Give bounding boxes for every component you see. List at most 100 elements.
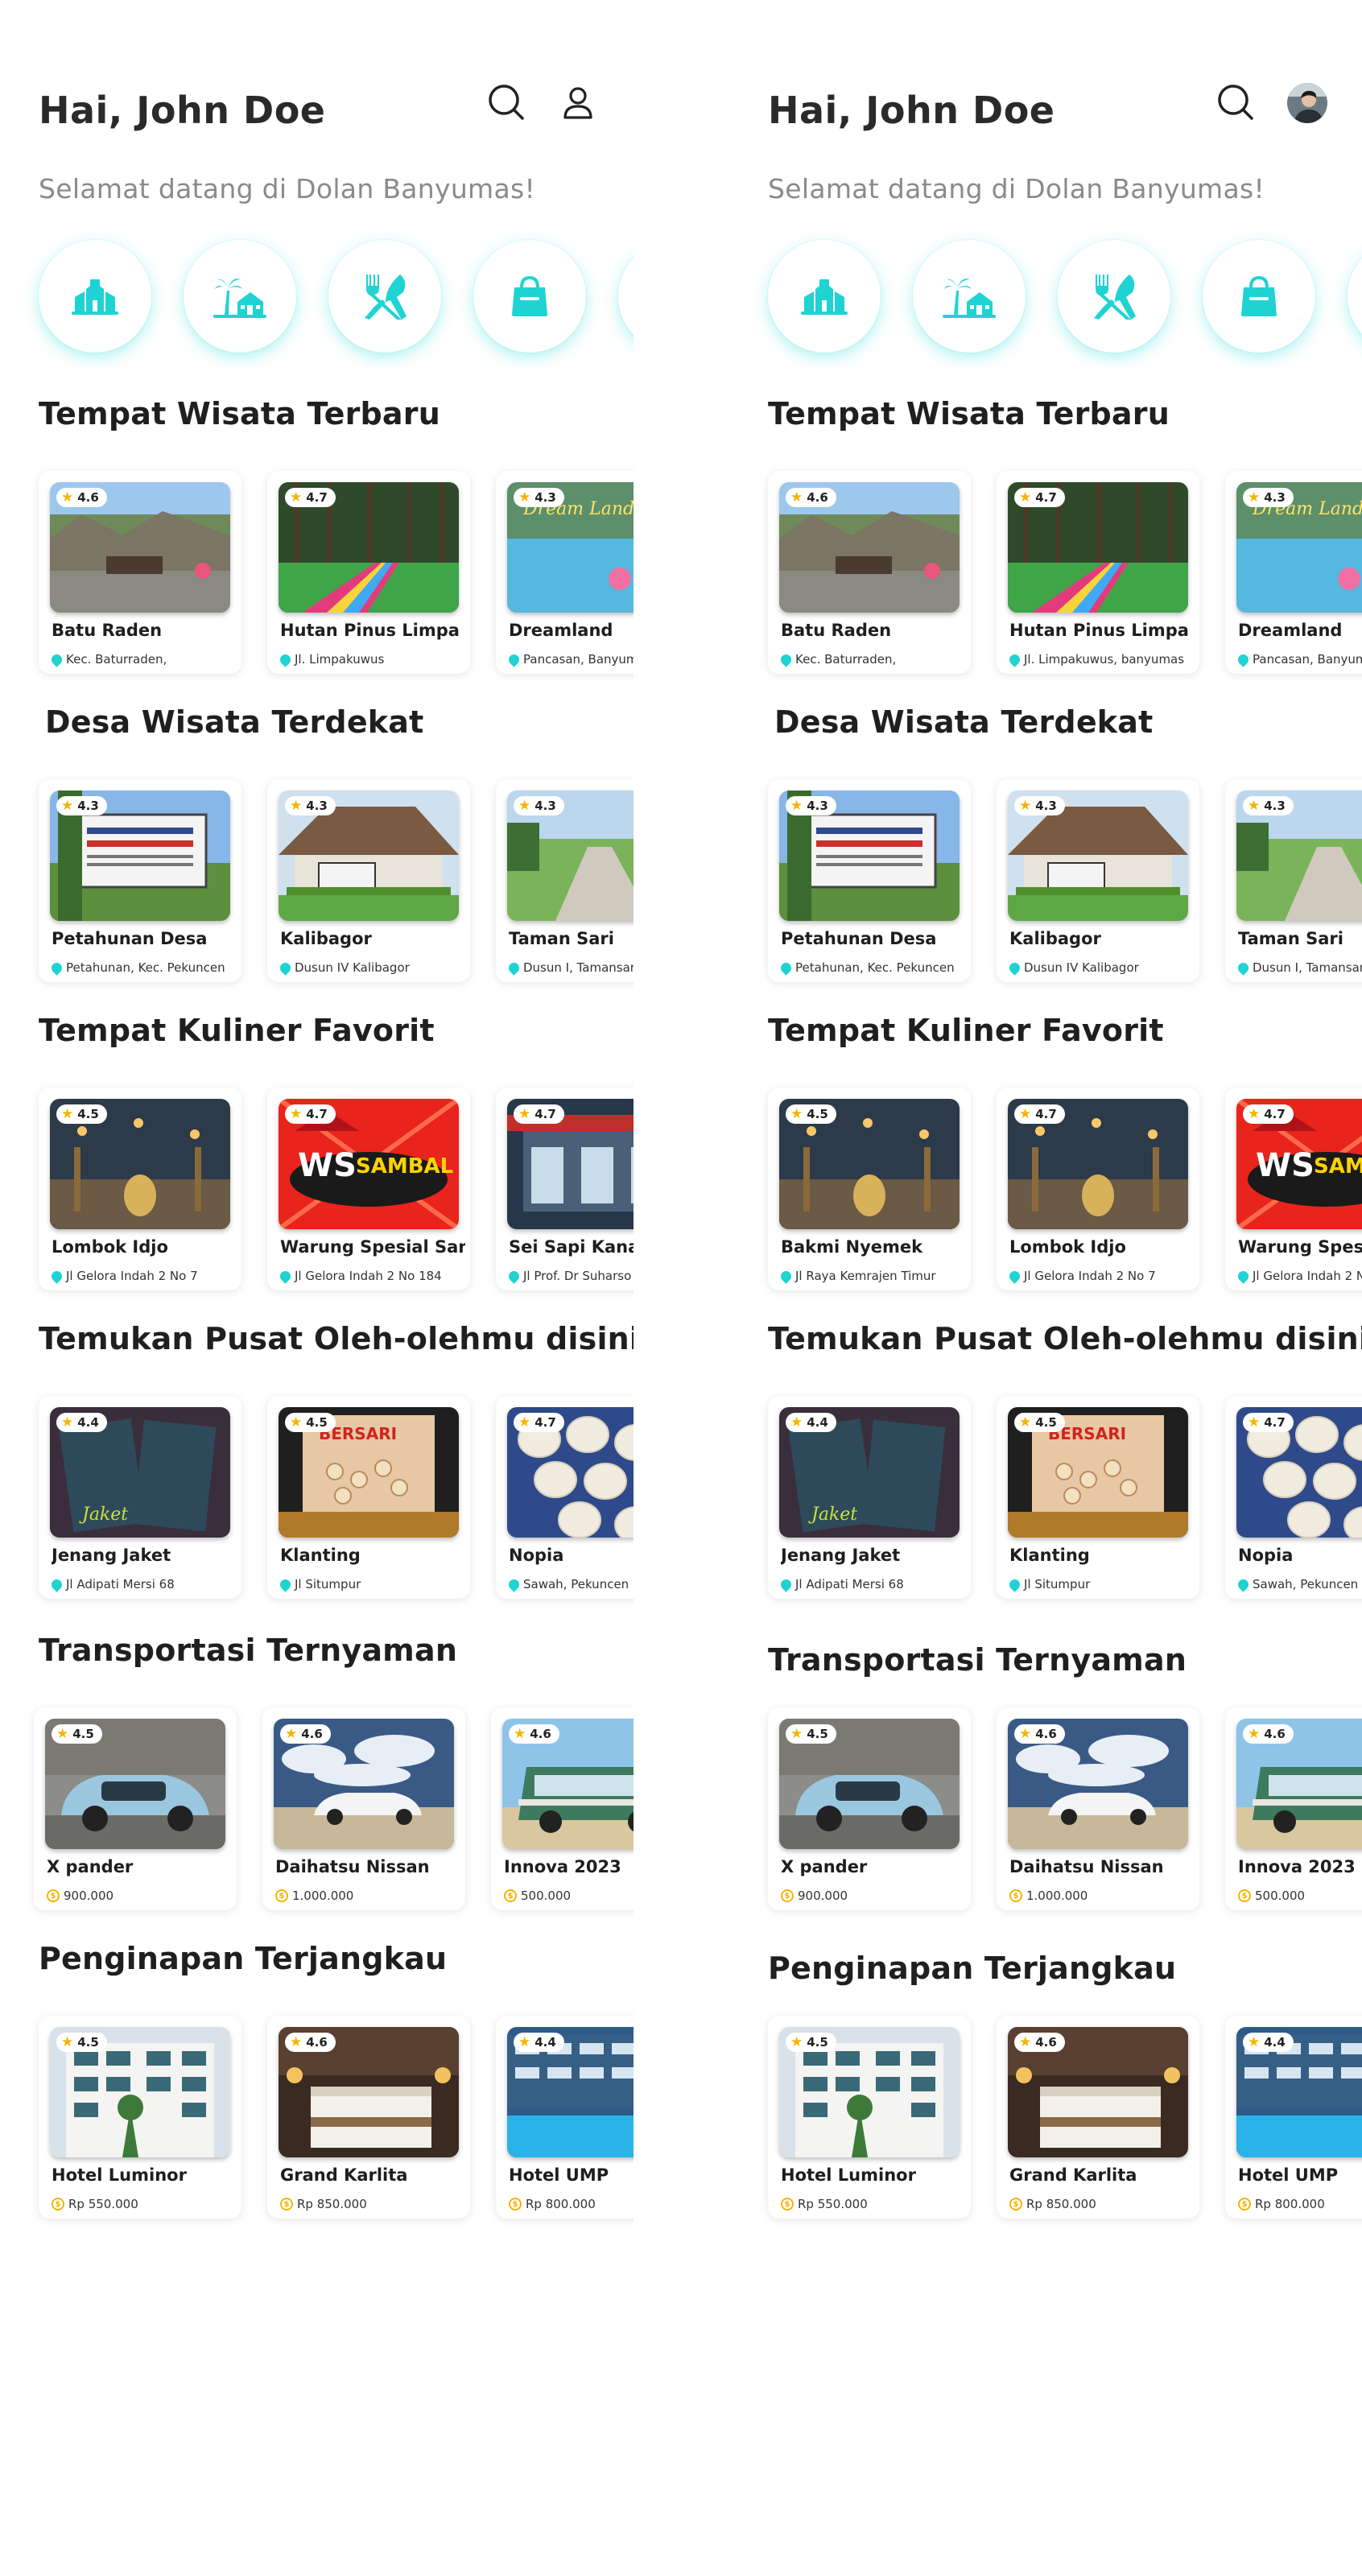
search-icon[interactable] [1214, 80, 1259, 126]
star-icon: ★ [1019, 1414, 1032, 1430]
category-button-village[interactable] [768, 240, 881, 353]
section-title: Tempat Kuliner Favorit [768, 1013, 1164, 1048]
place-card[interactable]: ★ 4.4 Hotel UMP $ Rp 800.000 [496, 2016, 634, 2219]
card-row: ★ 4.5 X pander $900.000 ★ 4.6 Daihatsu Nissan $… [0, 1707, 634, 1917]
place-card[interactable]: ★ 4.5 Hotel Luminor $ Rp 550.000 [768, 2016, 971, 2219]
location-text: Jl. Limpakuwus, banyumas [1024, 652, 1185, 667]
rating-value: 4.5 [807, 1107, 828, 1121]
place-card[interactable]: ★ 4.7 Sei Sapi Kana Jl Prof. Dr Suharso [496, 1088, 634, 1290]
place-card[interactable]: ★ 4.3 Kalibagor Dusun IV Kalibagor [997, 779, 1199, 982]
place-card[interactable]: ★ 4.4 Hotel UMP $ Rp 800.000 [1225, 2016, 1362, 2219]
place-card[interactable]: Dream Land★4.3 Dreamland Pancasan, Banyuma… [496, 471, 634, 674]
category-button-transport[interactable] [1348, 240, 1362, 353]
section-title: Desa Wisata Terdekat [774, 704, 1154, 740]
location-pin-icon [1009, 960, 1022, 976]
location-text: Dusun I, Tamansari [1253, 960, 1362, 975]
location-pin-icon [1238, 1268, 1251, 1284]
rating-value: 4.7 [1264, 1107, 1286, 1121]
location-line: Dusun IV Kalibagor [280, 959, 467, 976]
star-icon: ★ [290, 1105, 303, 1122]
place-card[interactable]: ★ 4.3 Taman Sari Dusun I, Tamansari [496, 779, 634, 982]
place-card[interactable]: Jaket ★ 4.4 Jenang Jaket Jl Adipati Mersi 68 [39, 1396, 241, 1599]
place-card[interactable]: Jaket ★ 4.4 Jenang Jaket Jl Adipati Mersi 68 [768, 1396, 971, 1599]
location-line: Jl Gelora Indah 2 No 184 [280, 1267, 467, 1285]
location-line: Kec. Baturraden, [52, 650, 238, 668]
location-pin-icon [509, 960, 522, 976]
header: Hai, John Doe [39, 80, 634, 145]
place-card[interactable]: BERSARI ★ 4.5 Klanting Jl Situmpur [997, 1396, 1199, 1599]
place-card[interactable]: ★ 4.6 Daihatsu Nissan $1.000.000 [262, 1707, 465, 1910]
place-card[interactable]: WSSAMBAL ★4.7 Warung Spesial Sambal Jl Gelo… [1225, 1088, 1362, 1290]
category-button-beach[interactable] [913, 240, 1026, 353]
place-card[interactable]: ★ 4.7 Nopia Sawah, Pekuncen [496, 1396, 634, 1599]
location-text: Dusun IV Kalibagor [295, 960, 410, 975]
shopping-bag-icon [1232, 270, 1286, 323]
section-title: Tempat Wisata Terbaru [39, 396, 440, 431]
place-card[interactable]: ★ 4.3 Taman Sari Dusun I, Tamansari [1225, 779, 1362, 982]
place-card[interactable]: ★ 4.5 Bakmi Nyemek Jl Raya Kemrajen Timur [768, 1088, 971, 1290]
place-card[interactable]: ★ 4.3 Petahunan Desa Petahunan, Kec. Pekunc… [768, 779, 971, 982]
place-image: ★ 4.3 [779, 791, 960, 921]
place-card[interactable]: ★ 4.6 Innova 2023 $500.000 [491, 1707, 634, 1910]
star-icon: ★ [61, 1414, 74, 1430]
star-icon: ★ [61, 2033, 74, 2050]
coin-icon: $ [504, 1889, 517, 1902]
location-line: Dusun IV Kalibagor [1009, 959, 1196, 976]
place-card[interactable]: ★ 4.5 X pander $900.000 [34, 1707, 237, 1910]
category-button-shopping-bag[interactable] [1203, 240, 1315, 353]
place-card[interactable]: ★ 4.3 Petahunan Desa Petahunan, Kec. Pekunc… [39, 779, 241, 982]
place-card[interactable]: ★ 4.6 Daihatsu Nissan $1.000.000 [997, 1707, 1199, 1910]
category-button-culinary[interactable] [1058, 240, 1170, 353]
rating-value: 4.5 [807, 2035, 828, 2050]
card-row: ★ 4.3 Petahunan Desa Petahunan, Kec. Pekunc… [729, 779, 1362, 989]
category-button-beach[interactable] [184, 240, 296, 353]
place-card[interactable]: ★ 4.5 Lombok Idjo Jl Gelora Indah 2 No 7 [39, 1088, 241, 1290]
rating-value: 4.7 [306, 490, 328, 505]
avatar[interactable] [1285, 80, 1330, 126]
star-icon: ★ [1248, 797, 1261, 814]
price-line: $900.000 [47, 1887, 233, 1905]
place-image: WSSAMBAL ★4.7 [1236, 1099, 1362, 1229]
profile-icon[interactable] [555, 80, 601, 126]
location-text: Jl. Limpakuwus [295, 652, 385, 667]
place-card[interactable]: ★ 4.6 Batu Raden Kec. Baturraden, [768, 471, 971, 674]
place-card[interactable]: ★ 4.3 Kalibagor Dusun IV Kalibagor [267, 779, 470, 982]
star-icon: ★ [518, 2033, 531, 2050]
place-card[interactable]: Dream Land★4.3 Dreamland Pancasan, Banyuma… [1225, 471, 1362, 674]
place-card[interactable]: ★ 4.6 Batu Raden Kec. Baturraden, [39, 471, 241, 674]
price-line: $ Rp 800.000 [1238, 2195, 1362, 2213]
place-card[interactable]: BERSARI ★ 4.5 Klanting Jl Situmpur [267, 1396, 470, 1599]
rating-badge: ★ 4.6 [1014, 1724, 1065, 1744]
location-text: Pancasan, Banyumas [1253, 652, 1362, 667]
category-button-shopping-bag[interactable] [473, 240, 586, 353]
rating-badge: ★ 4.7 [1014, 488, 1065, 507]
location-pin-icon [509, 651, 522, 667]
price-text: 1.000.000 [1026, 1889, 1088, 1903]
category-button-transport[interactable] [618, 240, 634, 353]
place-card[interactable]: ★ 4.6 Grand Karlita $ Rp 850.000 [997, 2016, 1199, 2219]
location-pin-icon [52, 1576, 64, 1592]
card-row: ★ 4.5 Bakmi Nyemek Jl Raya Kemrajen Timur ★ 4… [729, 1088, 1362, 1297]
location-line: Pancasan, Banyumas [1238, 650, 1362, 668]
place-card[interactable]: ★ 4.6 Innova 2023 $500.000 [1225, 1707, 1362, 1910]
place-card[interactable]: ★ 4.5 Hotel Luminor $ Rp 550.000 [39, 2016, 241, 2219]
place-image: BERSARI ★ 4.5 [1008, 1407, 1188, 1538]
rating-badge: ★ 4.4 [514, 2033, 564, 2052]
section-title: Transportasi Ternyaman [768, 1642, 1187, 1678]
card-row: ★ 4.5 Lombok Idjo Jl Gelora Indah 2 No 7 WS S… [0, 1088, 634, 1297]
place-card[interactable]: ★ 4.7 Nopia Sawah, Pekuncen [1225, 1396, 1362, 1599]
place-card[interactable]: WSSAMBAL ★4.7 Warung Spesial Sambal Jl Gelo… [267, 1088, 470, 1290]
place-card[interactable]: ★ 4.7 Hutan Pinus Limpa Jl. Limpakuwus [267, 471, 470, 674]
location-line: Jl Gelora Indah 2 No 7 [52, 1267, 238, 1285]
search-icon[interactable] [485, 80, 530, 126]
place-card[interactable]: ★ 4.7 Hutan Pinus Limpa Jl. Limpakuwus, ban… [997, 471, 1199, 674]
rating-badge: ★ 4.7 [514, 1413, 564, 1432]
place-image: ★ 4.5 [50, 2027, 230, 2157]
rating-badge: ★ 4.6 [786, 488, 836, 507]
category-button-culinary[interactable] [328, 240, 441, 353]
place-card[interactable]: ★ 4.5 X pander $900.000 [768, 1707, 971, 1910]
place-image: ★ 4.4 [1236, 2027, 1362, 2157]
category-button-village[interactable] [39, 240, 151, 353]
place-card[interactable]: ★ 4.7 Lombok Idjo Jl Gelora Indah 2 No 7 [997, 1088, 1199, 1290]
place-card[interactable]: ★ 4.6 Grand Karlita $ Rp 850.000 [267, 2016, 470, 2219]
